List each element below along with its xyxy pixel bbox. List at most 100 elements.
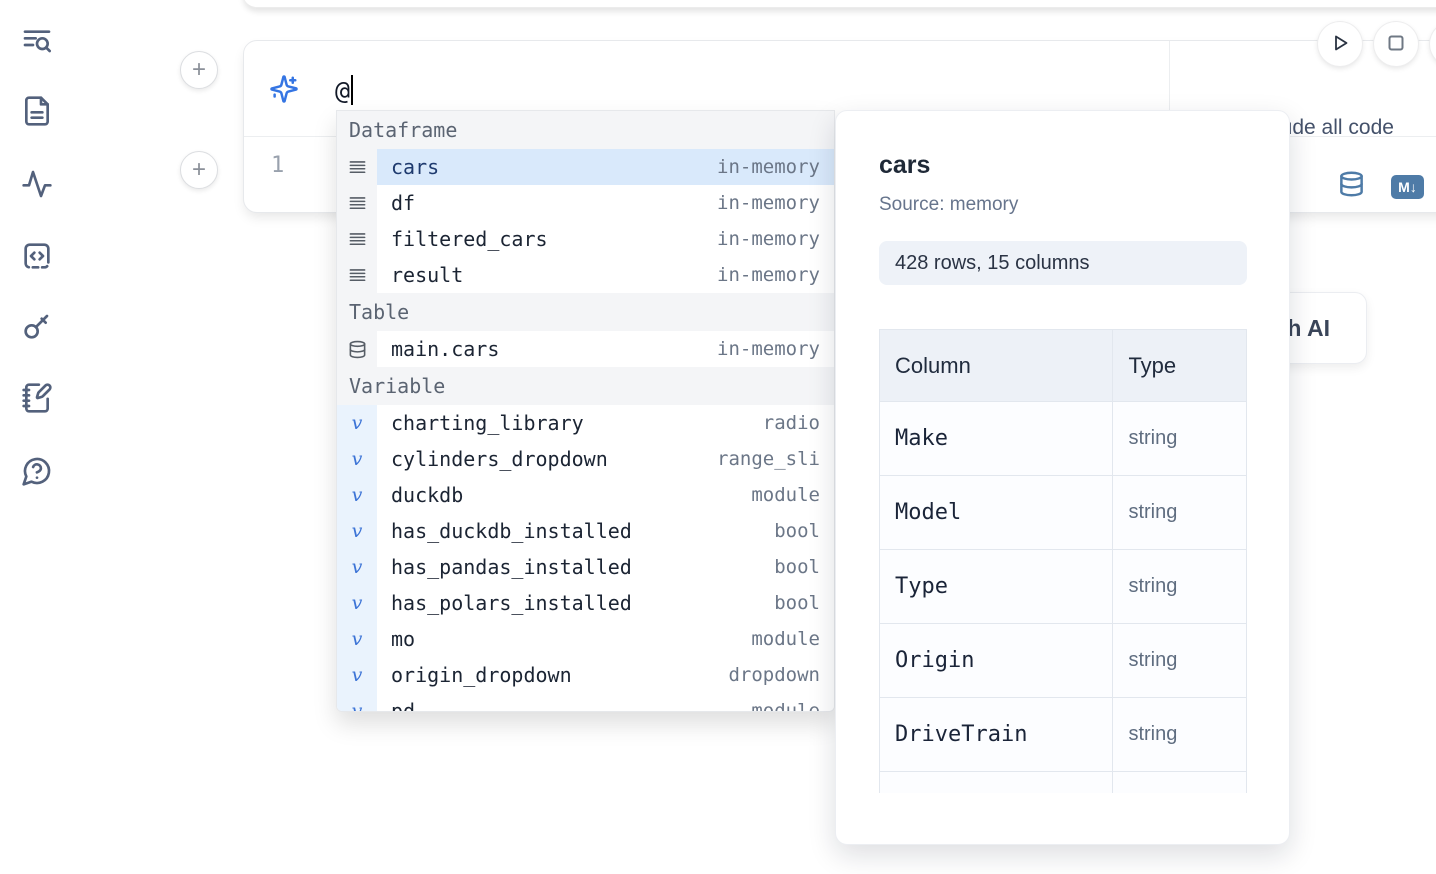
schema-table-row: Makestring bbox=[880, 402, 1247, 476]
dataframe-icon bbox=[337, 185, 377, 221]
autocomplete-item-type: module bbox=[751, 484, 820, 506]
marimo-notebook: + + @ Include all code 1 bbox=[0, 0, 1436, 874]
autocomplete-item-duckdb[interactable]: vduckdbmodule bbox=[337, 477, 834, 513]
autocomplete-item-main.cars[interactable]: main.carsin-memory bbox=[337, 331, 834, 367]
variable-icon: v bbox=[337, 549, 377, 585]
autocomplete-item-name: df bbox=[391, 191, 717, 215]
autocomplete-item-name: charting_library bbox=[391, 411, 763, 435]
datasource-icon[interactable] bbox=[1338, 169, 1366, 199]
autocomplete-item-name: pd bbox=[391, 699, 751, 712]
autocomplete-item-origin_dropdown[interactable]: v origin_dropdowndropdown bbox=[337, 657, 834, 693]
autocomplete-item-cars[interactable]: carsin-memory bbox=[337, 149, 834, 185]
autocomplete-item-type: radio bbox=[763, 412, 820, 434]
stop-icon bbox=[1384, 31, 1408, 58]
play-icon bbox=[1328, 31, 1352, 58]
schema-column-type: string bbox=[1113, 624, 1247, 698]
autocomplete-item-type: bool bbox=[774, 520, 820, 542]
schema-table-row: Modelstring bbox=[880, 476, 1247, 550]
stop-button[interactable] bbox=[1374, 22, 1418, 66]
autocomplete-item-pd[interactable]: v pdmodule bbox=[337, 693, 834, 712]
ai-prompt-text: @ bbox=[335, 76, 350, 105]
variable-icon: v bbox=[337, 513, 377, 549]
add-cell-button-bottom[interactable]: + bbox=[180, 151, 218, 189]
dataframe-preview-panel: cars Source: memory 428 rows, 15 columns… bbox=[835, 110, 1290, 845]
autocomplete-item-name: has_polars_installed bbox=[391, 591, 774, 615]
autocomplete-item-df[interactable]: dfin-memory bbox=[337, 185, 834, 221]
autocomplete-item-type: in-memory bbox=[717, 264, 820, 286]
autocomplete-item-name: has_duckdb_installed bbox=[391, 519, 774, 543]
variable-icon: v bbox=[337, 441, 377, 477]
autocomplete-dropdown: Dataframecarsin-memorydfin-memoryfiltere… bbox=[336, 110, 835, 712]
sidebar-notebook-pen-icon[interactable] bbox=[20, 381, 54, 415]
sparkles-icon bbox=[269, 74, 299, 104]
sidebar-activity-icon[interactable] bbox=[20, 167, 54, 201]
autocomplete-item-name: cylinders_dropdown bbox=[391, 447, 717, 471]
dataframe-icon bbox=[337, 221, 377, 257]
schema-column-name: Type bbox=[880, 550, 1113, 624]
autocomplete-item-name: filtered_cars bbox=[391, 227, 717, 251]
sidebar-file-search-icon[interactable] bbox=[20, 24, 54, 58]
autocomplete-section-header: Variable bbox=[337, 367, 834, 405]
autocomplete-section-header: Dataframe bbox=[337, 111, 834, 149]
autocomplete-item-type: dropdown bbox=[728, 664, 820, 686]
schema-table-row bbox=[880, 772, 1247, 794]
schema-column-name bbox=[880, 772, 1113, 794]
variable-icon: v bbox=[337, 693, 377, 712]
previous-cell-remnant bbox=[243, 0, 1436, 8]
autocomplete-item-has_polars_installed[interactable]: v has_polars_installedbool bbox=[337, 585, 834, 621]
database-icon bbox=[337, 331, 377, 367]
sidebar-key-icon[interactable] bbox=[20, 309, 54, 343]
schema-column-name: Model bbox=[880, 476, 1113, 550]
schema-table-row: Originstring bbox=[880, 624, 1247, 698]
autocomplete-item-has_pandas_installed[interactable]: vhas_pandas_installedbool bbox=[337, 549, 834, 585]
autocomplete-item-type: bool bbox=[774, 556, 820, 578]
markdown-icon[interactable]: M↓ bbox=[1391, 175, 1424, 199]
variable-icon: v bbox=[337, 477, 377, 513]
autocomplete-item-type: bool bbox=[774, 592, 820, 614]
schema-column-name: DriveTrain bbox=[880, 698, 1113, 772]
autocomplete-item-type: in-memory bbox=[717, 192, 820, 214]
sidebar-document-icon[interactable] bbox=[20, 94, 54, 128]
autocomplete-item-type: module bbox=[751, 700, 820, 712]
autocomplete-item-filtered_cars[interactable]: filtered_carsin-memory bbox=[337, 221, 834, 257]
autocomplete-item-type: in-memory bbox=[717, 156, 820, 178]
autocomplete-item-result[interactable]: resultin-memory bbox=[337, 257, 834, 293]
sidebar-code-snippet-icon[interactable] bbox=[20, 239, 54, 273]
variable-icon: v bbox=[337, 405, 377, 441]
schema-column-type: string bbox=[1113, 402, 1247, 476]
sidebar-help-chat-icon[interactable] bbox=[20, 454, 54, 488]
schema-table: ColumnType MakestringModelstringTypestri… bbox=[879, 329, 1247, 793]
autocomplete-item-name: duckdb bbox=[391, 483, 751, 507]
autocomplete-item-type: range_sli bbox=[717, 448, 820, 470]
variable-icon: v bbox=[337, 621, 377, 657]
add-cell-button-top[interactable]: + bbox=[180, 51, 218, 89]
text-caret bbox=[351, 75, 353, 105]
variable-icon: v bbox=[337, 585, 377, 621]
ai-prompt-input[interactable]: @ bbox=[335, 72, 353, 108]
sidebar bbox=[0, 0, 72, 874]
schema-column-name: Origin bbox=[880, 624, 1113, 698]
autocomplete-item-mo[interactable]: vmomodule bbox=[337, 621, 834, 657]
line-number: 1 bbox=[271, 153, 284, 178]
schema-table-row: Typestring bbox=[880, 550, 1247, 624]
preview-title: cars bbox=[879, 151, 1289, 180]
autocomplete-item-name: origin_dropdown bbox=[391, 663, 728, 687]
run-cell-button[interactable] bbox=[1318, 22, 1362, 66]
dataframe-icon bbox=[337, 149, 377, 185]
autocomplete-item-name: main.cars bbox=[391, 337, 717, 361]
variable-icon: v bbox=[337, 657, 377, 693]
schema-table-header: Type bbox=[1113, 330, 1247, 402]
autocomplete-item-type: in-memory bbox=[717, 338, 820, 360]
schema-column-type: string bbox=[1113, 698, 1247, 772]
schema-column-name: Make bbox=[880, 402, 1113, 476]
autocomplete-item-has_duckdb_installed[interactable]: v has_duckdb_installedbool bbox=[337, 513, 834, 549]
autocomplete-item-name: result bbox=[391, 263, 717, 287]
preview-source: Source: memory bbox=[879, 194, 1289, 216]
autocomplete-item-name: cars bbox=[391, 155, 717, 179]
schema-column-type bbox=[1113, 772, 1247, 794]
autocomplete-item-charting_library[interactable]: v charting_libraryradio bbox=[337, 405, 834, 441]
autocomplete-item-cylinders_dropdown[interactable]: v cylinders_dropdownrange_sli bbox=[337, 441, 834, 477]
schema-table-header: Column bbox=[880, 330, 1113, 402]
dataframe-icon bbox=[337, 257, 377, 293]
schema-column-type: string bbox=[1113, 550, 1247, 624]
